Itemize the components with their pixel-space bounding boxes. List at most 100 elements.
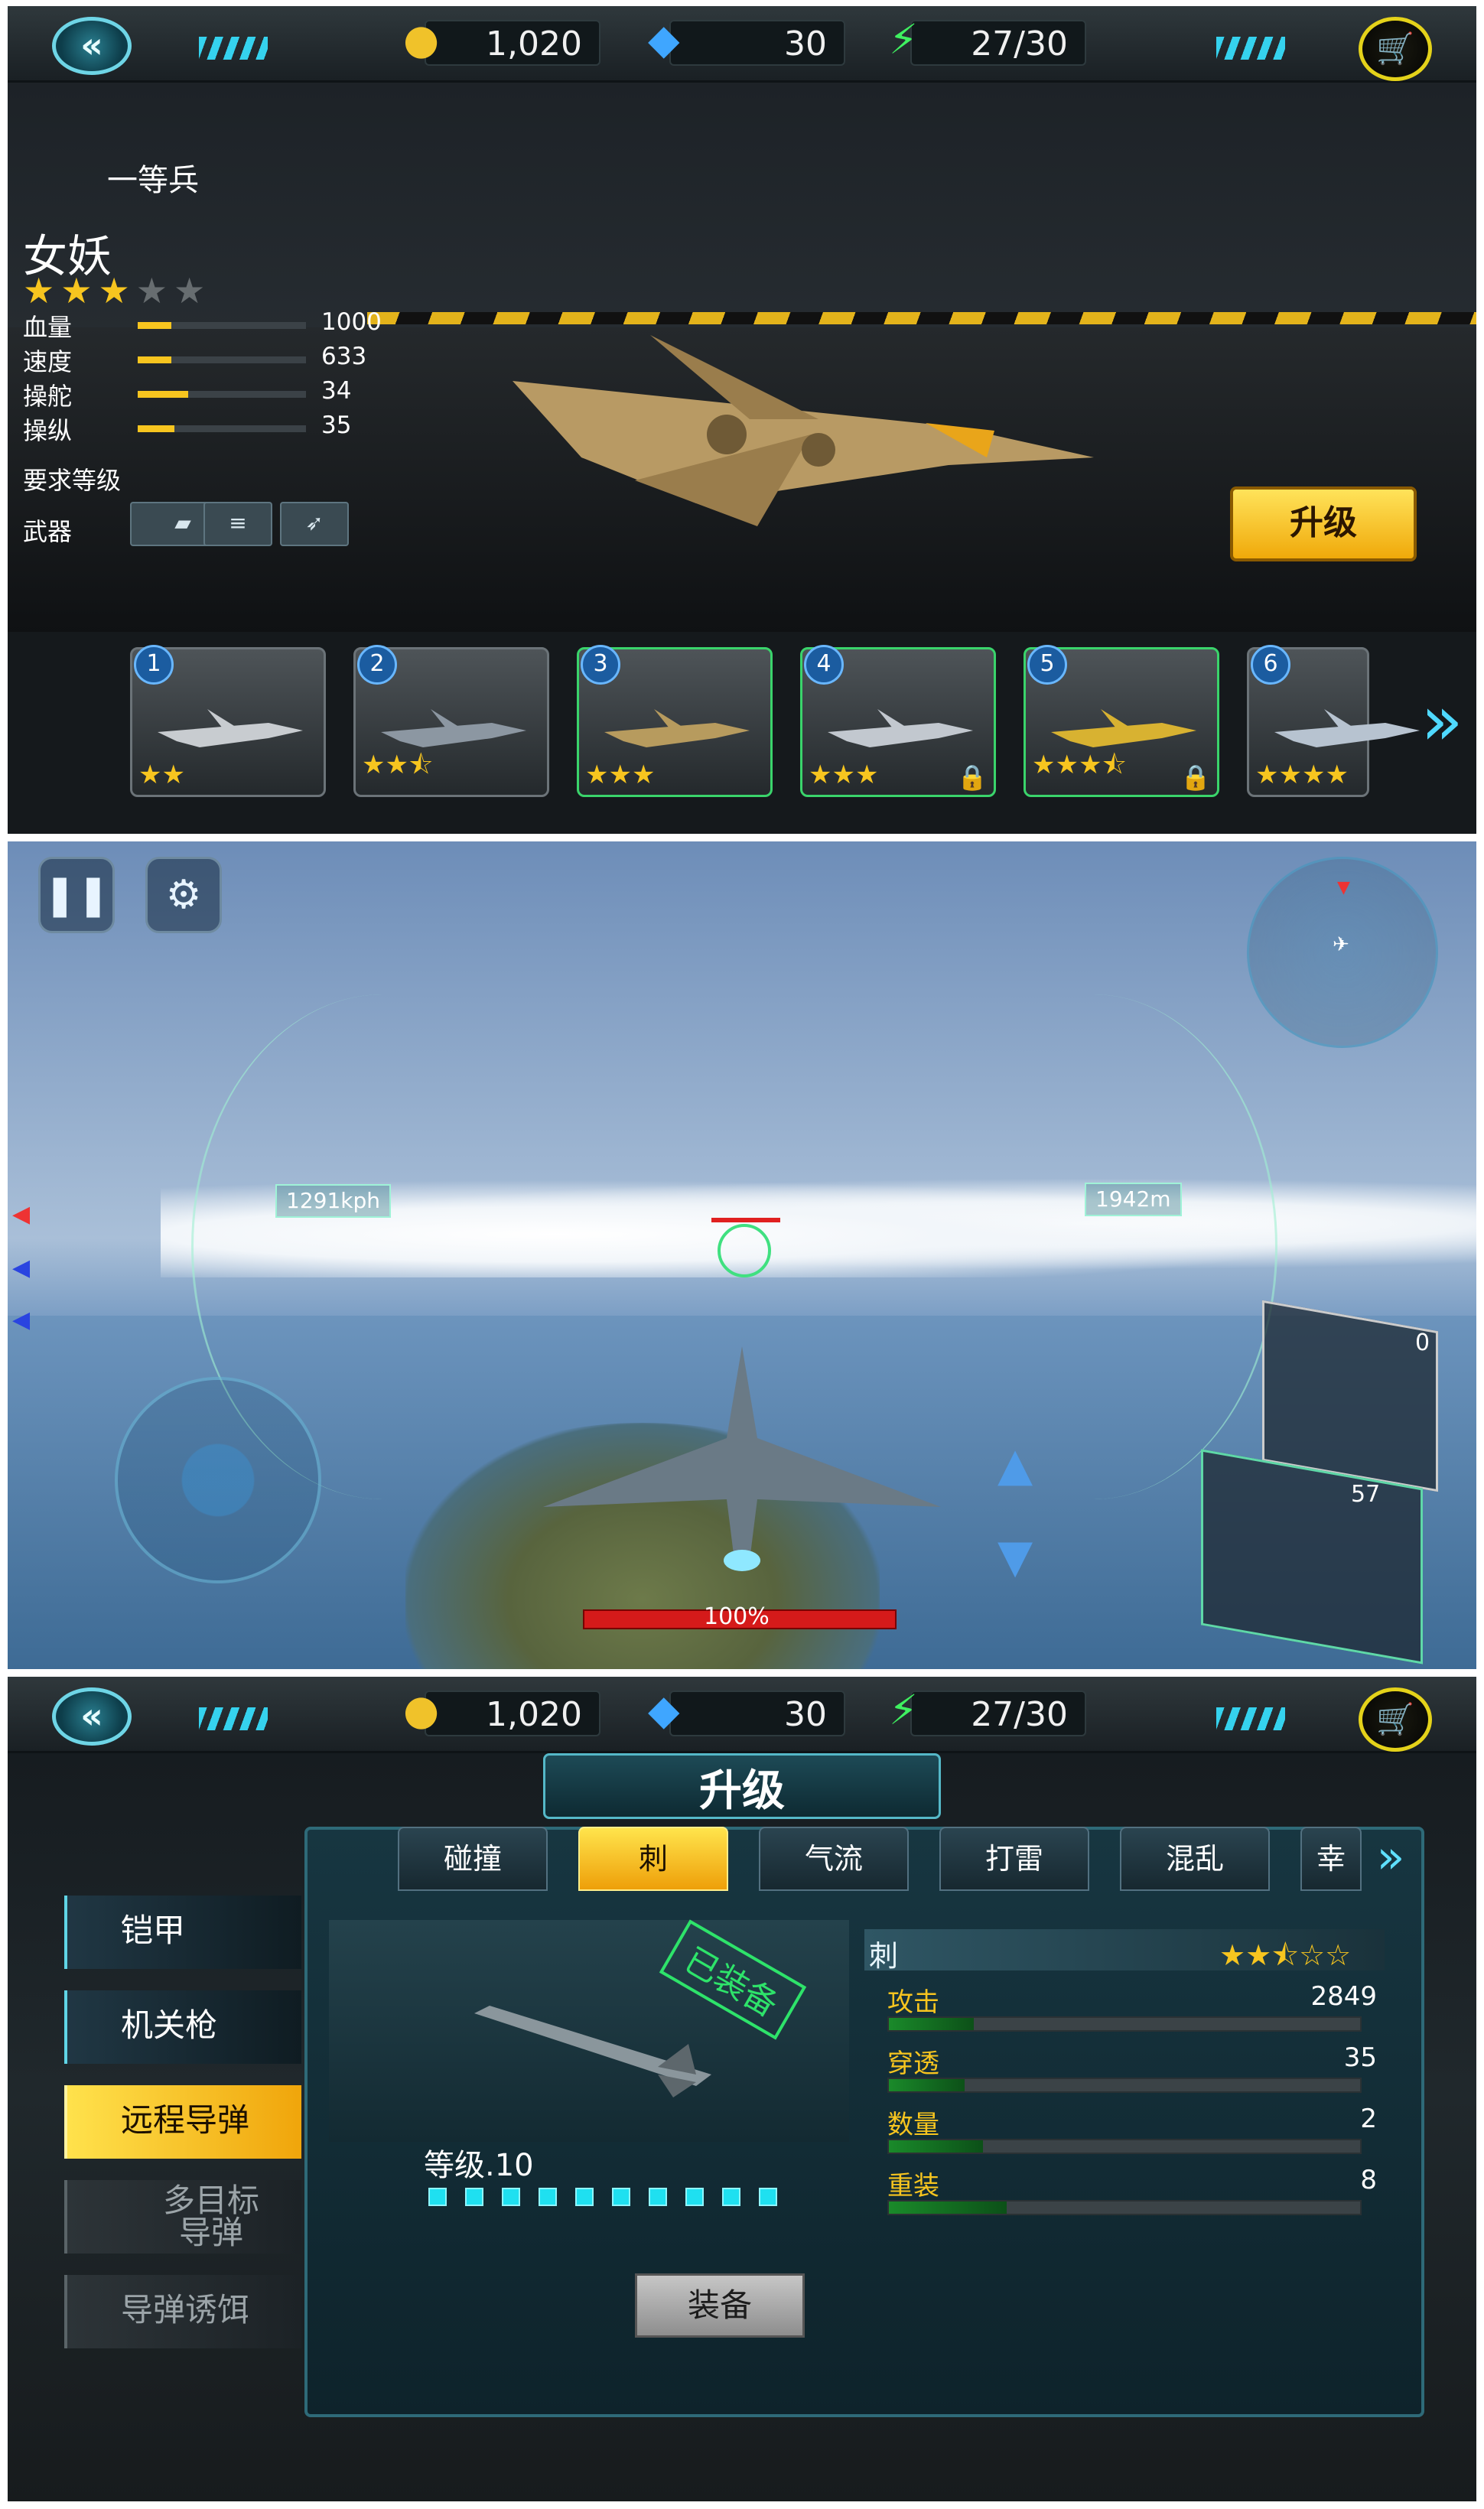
weapon-category[interactable]: 铠甲 [64, 1896, 301, 1969]
stat-bar [138, 356, 306, 363]
target-lock-bar [711, 1218, 780, 1222]
aircraft-number: 1 [134, 645, 174, 685]
stat-bar-fill [138, 356, 171, 363]
aircraft-card[interactable]: 2 ★★⯪ [353, 645, 549, 797]
radar-player-icon: ✈ [1333, 933, 1349, 956]
weapon-stat-label: 重装 [887, 2171, 939, 2201]
upgrade-tab[interactable]: 气流 [759, 1827, 909, 1891]
gems-value: 30 [784, 24, 827, 63]
weapon-slot-guns[interactable]: ≡ [203, 502, 272, 546]
star-icon: ★ [60, 270, 93, 311]
cart-icon: 🛒 [1376, 1702, 1414, 1737]
stat-bar-fill [138, 425, 175, 432]
enemy-indicator-blue-1: ◀ [12, 1254, 31, 1281]
weapon-category[interactable]: 远程导弹 [64, 2085, 301, 2159]
crosshair-icon [718, 1224, 771, 1277]
cart-icon: 🛒 [1376, 31, 1414, 67]
missile-button[interactable] [1262, 1300, 1438, 1492]
weapon-stat-bar-fill [889, 2201, 1007, 2214]
aircraft-card[interactable]: 4 ★★★ 🔒 [800, 645, 996, 797]
weapon-stat-value: 2 [1360, 2104, 1377, 2134]
stripe-decor-right [1216, 37, 1285, 60]
carousel-next-icon[interactable]: » [1415, 664, 1469, 779]
upgrade-screen: « ● 1,020 ◆ 30 ⚡ 27/30 🛒 升级 碰撞刺气流 打雷 混乱幸 »… [8, 1677, 1476, 2501]
aircraft-stars: ★★★⯪ [1032, 750, 1127, 780]
star-icon: ★ [135, 270, 168, 311]
gems-counter[interactable]: ◆ 30 [648, 1687, 845, 1736]
weapon-stat: 数量 2 [887, 2104, 1377, 2165]
upgrade-button[interactable]: 升级 [1230, 487, 1417, 561]
tabs-next-icon[interactable]: » [1360, 1827, 1421, 1891]
pause-button[interactable]: ❚❚ [38, 857, 115, 933]
rank-label: 一等兵 [107, 163, 199, 198]
bullet-count: 57 [1351, 1481, 1381, 1508]
aircraft-stars: ★★★ [809, 760, 879, 790]
speed-readout: 1291kph [275, 1184, 391, 1218]
coin-icon: ● [403, 15, 440, 63]
stat-bar [138, 322, 306, 329]
aircraft-card[interactable]: 1 ★★ [130, 645, 326, 797]
weapon-category[interactable]: 机关枪 [64, 1990, 301, 2064]
aircraft-thumbnail [1274, 709, 1420, 747]
aircraft-card[interactable]: 3 ★★★ [577, 645, 773, 797]
coins-counter[interactable]: ● 1,020 [403, 1687, 600, 1736]
stat-row: 速度 633 [23, 343, 366, 376]
aircraft-stars: ★★★★ [1255, 760, 1349, 790]
pitch-down-button[interactable]: ▼ [997, 1530, 1033, 1583]
level-pip [722, 2188, 740, 2206]
aircraft-thumbnail [604, 709, 750, 747]
upgrade-tab[interactable]: 幸 [1300, 1827, 1362, 1891]
energy-counter[interactable]: ⚡ 27/30 [889, 17, 1086, 66]
hud-arc-right [910, 994, 1277, 1499]
lock-icon: 🔒 [1180, 763, 1211, 792]
level-pip [685, 2188, 704, 2206]
upgrade-tab[interactable]: 混乱 [1120, 1827, 1270, 1891]
back-button[interactable]: « [52, 1687, 132, 1746]
stat-label: 操纵 [23, 416, 73, 445]
level-pip [465, 2188, 483, 2206]
stat-bar [138, 391, 306, 398]
enemy-indicator-red: ◀ [12, 1201, 31, 1228]
coin-icon: ● [403, 1686, 440, 1734]
aircraft-card[interactable]: 5 ★★★⯪ 🔒 [1024, 645, 1219, 797]
weapon-stat-bar [887, 2078, 1362, 2093]
shop-cart-button[interactable]: 🛒 [1359, 1687, 1432, 1752]
aircraft-number: 3 [581, 645, 620, 685]
upgrade-tab[interactable]: 碰撞 [398, 1827, 548, 1891]
weapon-stat: 穿透 35 [887, 2042, 1377, 2104]
level-pip [539, 2188, 557, 2206]
upgrade-tab[interactable]: 打雷 [939, 1827, 1089, 1891]
shop-cart-button[interactable]: 🛒 [1359, 17, 1432, 81]
weapon-stat: 攻击 2849 [887, 1981, 1377, 2042]
gem-icon: ◆ [648, 1686, 680, 1734]
stat-value: 34 [321, 377, 352, 405]
weapon-slot-missile[interactable]: ➶ [280, 502, 349, 546]
star-icon: ★ [23, 270, 55, 311]
aircraft-card[interactable]: 6 ★★★★ [1247, 645, 1420, 797]
back-button[interactable]: « [52, 17, 132, 75]
star-icon: ★ [98, 270, 130, 311]
required-level-label: 要求等级 [23, 466, 122, 495]
settings-button[interactable]: ⚙ [145, 857, 222, 933]
level-pip [759, 2188, 777, 2206]
plane-rating-stars: ★ ★ ★ ★ ★ [23, 270, 211, 311]
stat-bar [138, 425, 306, 432]
weapon-category[interactable]: 多目标 导弹 [64, 2180, 301, 2254]
equip-button[interactable]: 装备 [635, 2273, 805, 2338]
weapon-category[interactable]: 导弹诱饵 [64, 2275, 301, 2348]
stat-row: 操纵 35 [23, 412, 351, 445]
level-pip [502, 2188, 520, 2206]
coins-counter[interactable]: ● 1,020 [403, 17, 600, 66]
stat-label: 血量 [23, 313, 73, 342]
joystick[interactable] [115, 1377, 321, 1583]
health-value: 100% [704, 1603, 770, 1630]
stat-bar-fill [138, 322, 171, 329]
stat-value: 1000 [321, 308, 382, 336]
energy-counter[interactable]: ⚡ 27/30 [889, 1687, 1086, 1736]
level-label: 等级.10 [424, 2148, 534, 2183]
aircraft-number: 2 [357, 645, 397, 685]
gems-counter[interactable]: ◆ 30 [648, 17, 845, 66]
stripe-decor-right [1216, 1707, 1285, 1730]
upgrade-tab[interactable]: 刺 [578, 1827, 728, 1891]
pitch-up-button[interactable]: ▲ [997, 1438, 1033, 1492]
